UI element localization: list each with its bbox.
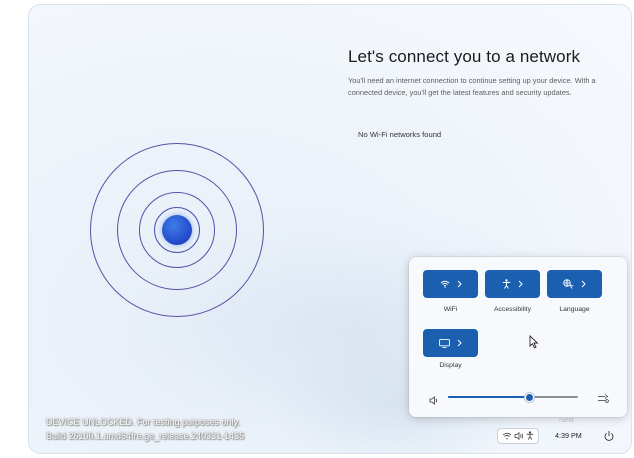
oobe-screen: Let's connect you to a network You'll ne… <box>28 4 632 454</box>
language-tile-button[interactable] <box>547 270 602 298</box>
mouse-cursor <box>529 334 539 354</box>
language-tile-label: Language <box>559 306 590 313</box>
no-networks-message: No Wi-Fi networks found <box>358 130 442 139</box>
wifi-icon <box>502 427 512 445</box>
volume-slider[interactable] <box>448 392 578 402</box>
chevron-right-icon <box>518 280 523 288</box>
volume-row <box>429 391 609 405</box>
quick-settings-flyout: WiFi Accessibility Language Display <box>409 257 627 417</box>
accessibility-tile-button[interactable] <box>485 270 540 298</box>
chevron-right-icon <box>457 280 462 288</box>
volume-slider-thumb[interactable] <box>525 392 535 402</box>
accessibility-icon <box>526 427 534 445</box>
watermark-line-1: DEVICE UNLOCKED. For testing purposes on… <box>46 417 240 427</box>
wifi-icon <box>440 280 450 288</box>
display-tile-button[interactable] <box>423 329 478 357</box>
chevron-right-icon <box>457 339 462 347</box>
display-icon <box>439 338 450 348</box>
wifi-tile-label: WiFi <box>443 306 458 313</box>
page-title: Let's connect you to a network <box>348 47 581 66</box>
accessibility-tile-label: Accessibility <box>493 306 531 313</box>
display-tile-label: Display <box>439 362 462 369</box>
speaker-icon <box>514 427 524 445</box>
page-description: You'll need an internet connection to co… <box>348 76 596 97</box>
watermark-line-2: Build 26100.1.amd64fre.ge_release.240331… <box>46 431 245 441</box>
power-icon[interactable] <box>603 429 615 441</box>
build-watermark: DEVICE UNLOCKED. For testing purposes on… <box>46 415 346 443</box>
next-button[interactable]: Next <box>559 415 574 424</box>
volume-slider-fill <box>448 396 530 398</box>
accessibility-icon <box>502 279 511 289</box>
language-icon <box>563 279 574 289</box>
system-tray[interactable] <box>497 428 539 444</box>
wifi-tile-button[interactable] <box>423 270 478 298</box>
taskbar-clock[interactable]: 4:39 PM <box>555 431 582 440</box>
network-dot <box>162 215 192 245</box>
window-frame: Let's connect you to a network You'll ne… <box>0 0 634 458</box>
chevron-right-icon <box>581 280 586 288</box>
speaker-icon[interactable] <box>429 392 439 410</box>
audio-output-icon[interactable] <box>597 391 609 409</box>
